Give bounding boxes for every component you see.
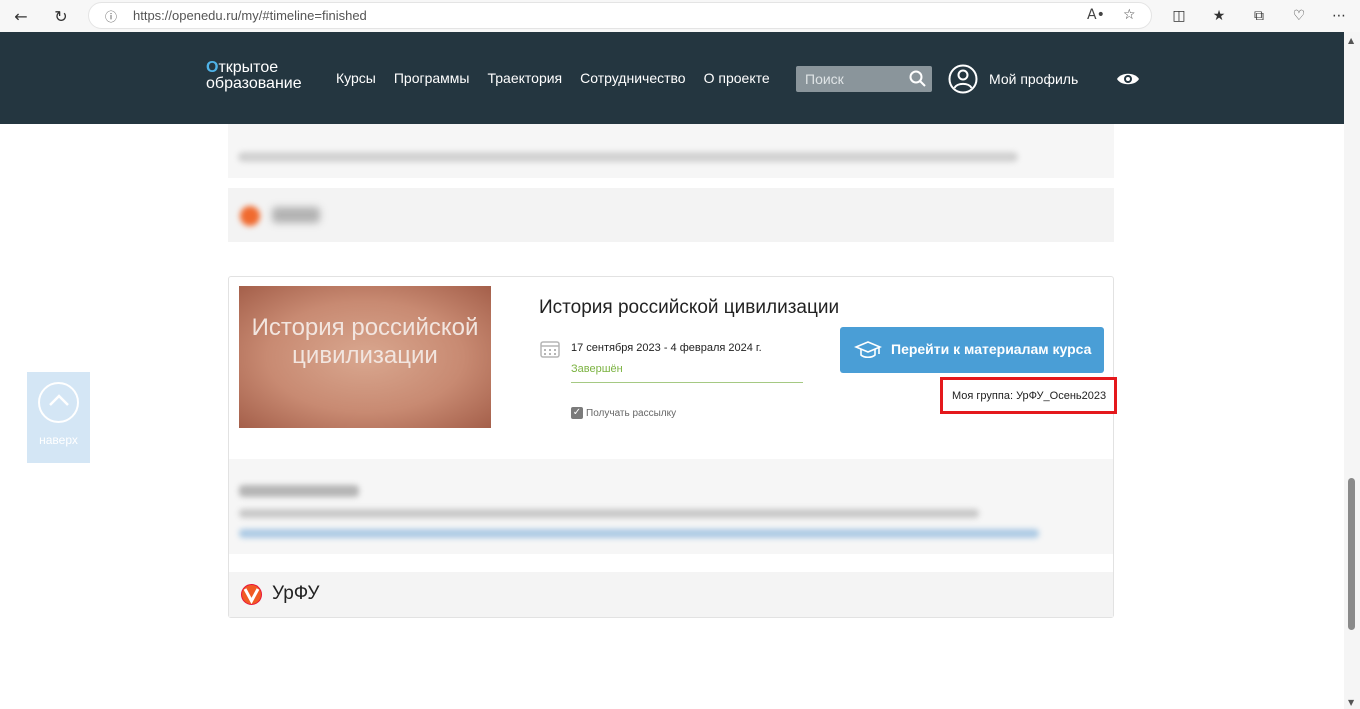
scroll-up-arrow-icon[interactable]: ▲ [1348,36,1354,45]
blurred-organization [228,188,1114,242]
main-nav: Курсы Программы Траектория Сотрудничеств… [336,70,788,86]
scroll-to-top-button[interactable]: наверх [27,372,90,463]
eye-icon[interactable] [1116,70,1140,88]
blurred-org-name [272,207,320,223]
course-dates: 17 сентября 2023 - 4 февраля 2024 г. [571,342,762,354]
site-logo[interactable]: Открытое образование [206,60,302,92]
scroll-to-top-label: наверх [39,433,78,447]
nav-cooperation[interactable]: Сотрудничество [580,70,685,86]
logo-o-mark: О [206,59,219,76]
checkbox-checked-icon[interactable]: ✓ [571,407,583,419]
blurred-heading [239,485,359,497]
nav-trajectory[interactable]: Траектория [488,70,563,86]
logo-line-1: ткрытое [218,59,279,76]
logo-line-2: образование [206,75,302,92]
address-bar[interactable]: ⓘ https://openedu.ru/my/#timeline=finish… [88,2,1152,29]
newsletter-checkbox[interactable]: ✓ Получать рассылку [571,407,676,419]
graduation-cap-icon [854,341,882,359]
urfu-logo-icon [241,584,262,605]
blurred-certificate-link [239,529,1039,538]
nav-programs[interactable]: Программы [394,70,470,86]
browser-essentials-icon[interactable]: ♡ [1288,5,1310,27]
search-icon[interactable] [908,69,928,89]
blurred-certificate-note [228,124,1114,178]
more-menu-icon[interactable]: ⋯ [1328,5,1350,27]
newsletter-label: Получать рассылку [586,407,677,419]
favorite-star-icon[interactable]: ☆ [1123,7,1136,23]
organization-name[interactable]: УрФУ [272,583,319,605]
profile-link[interactable]: Мой профиль [948,64,1078,94]
collections-icon[interactable]: ⧉ [1248,5,1270,27]
course-cover-image[interactable]: История российской цивилизации [239,286,491,428]
page-info-icon[interactable]: ⓘ [105,8,117,25]
read-aloud-icon[interactable]: A• [1087,7,1105,23]
go-to-course-materials-button[interactable]: Перейти к материалам курса [840,327,1104,373]
scroll-thumb[interactable] [1348,478,1355,630]
course-results-blurred [229,459,1113,554]
course-cover-title: История российской цивилизации [251,314,479,369]
go-button-label: Перейти к материалам курса [891,341,1092,357]
course-card: История российской цивилизации История р… [228,276,1117,618]
calendar-icon [540,341,560,358]
chevron-up-icon [38,382,79,423]
status-underline [571,382,803,383]
my-group-highlight: Моя группа: УрФУ_Осень2023 [940,377,1117,414]
search-box [796,66,932,92]
scroll-down-arrow-icon[interactable]: ▼ [1348,698,1354,707]
back-arrow-icon[interactable]: ← [8,4,34,28]
site-header: Открытое образование Курсы Программы Тра… [0,32,1344,124]
reload-icon[interactable]: ↻ [48,4,74,28]
profile-label: Мой профиль [989,71,1079,87]
browser-toolbar: ← ↻ ⓘ https://openedu.ru/my/#timeline=fi… [0,0,1360,32]
course-organization: УрФУ [229,572,1113,617]
split-screen-icon[interactable]: ◫ [1168,5,1190,27]
nav-about[interactable]: О проекте [704,70,770,86]
nav-courses[interactable]: Курсы [336,70,376,86]
favorites-icon[interactable]: ★ [1208,5,1230,27]
url-text[interactable]: https://openedu.ru/my/#timeline=finished [133,8,367,23]
my-group-label: Моя группа: УрФУ_Осень2023 [952,390,1107,402]
blurred-org-logo [240,206,260,226]
blurred-text [239,509,979,518]
course-status: Завершён [571,363,623,375]
previous-course-card-blurred [228,124,1114,242]
page-scrollbar[interactable]: ▲ ▼ [1344,32,1360,709]
blurred-text [238,152,1018,162]
course-title[interactable]: История российской цивилизации [539,297,839,319]
user-avatar-icon [948,64,978,94]
